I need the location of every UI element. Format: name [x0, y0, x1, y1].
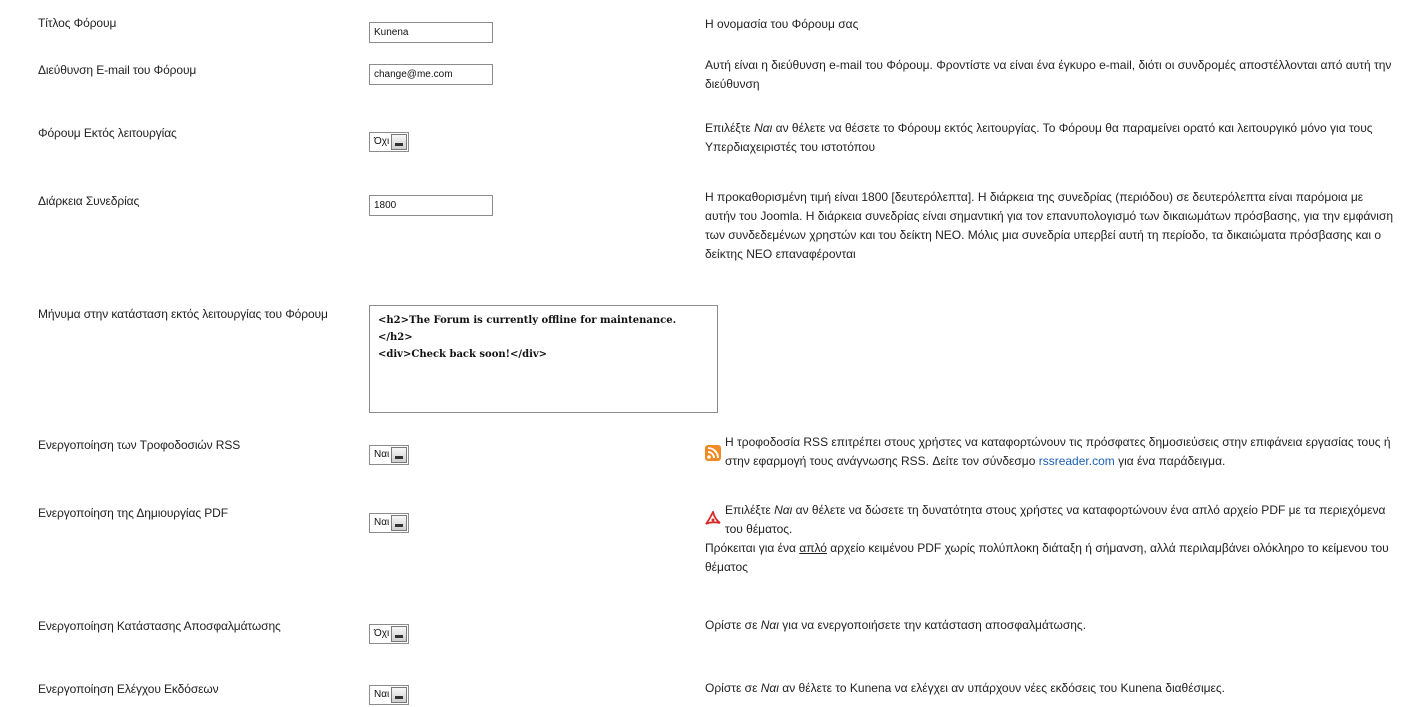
chevron-down-icon[interactable] — [391, 687, 408, 703]
debug-mode-description: Ορίστε σε Ναι για να ενεργοποιήσετε την … — [705, 616, 1395, 635]
enable-rss-select[interactable]: Ναι — [369, 445, 410, 465]
enable-pdf-desc-pre: Επιλέξτε — [725, 503, 775, 517]
enable-pdf-desc-yes: Ναι — [774, 503, 793, 517]
forum-email-description: Αυτή είναι η διεύθυνση e-mail του Φόρουμ… — [705, 58, 1392, 91]
offline-message-textarea[interactable]: <h2>The Forum is currently offline for m… — [369, 305, 718, 413]
debug-mode-desc-post: για να ενεργοποιήσετε την κατάσταση αποσ… — [778, 618, 1087, 632]
chevron-down-icon[interactable] — [391, 515, 408, 531]
enable-pdf-select-value: Ναι — [374, 517, 390, 528]
forum-offline-description: Επιλέξτε Ναι αν θέλετε να θέσετε το Φόρο… — [705, 119, 1395, 157]
offline-message-label: Μήνυμα στην κατάσταση εκτός λειτουργίας … — [38, 307, 328, 321]
session-duration-label: Διάρκεια Συνεδρίας — [38, 194, 140, 208]
session-duration-input[interactable]: 1800 — [369, 195, 493, 216]
version-check-desc-pre: Ορίστε σε — [705, 681, 761, 695]
rss-icon — [705, 445, 721, 461]
version-check-label: Ενεργοποίηση Ελέγχου Εκδόσεων — [38, 682, 219, 696]
session-duration-description: Η προκαθορισμένη τιμή είναι 1800 [δευτερ… — [705, 190, 1394, 261]
version-check-description: Ορίστε σε Ναι αν θέλετε το Kunena να ελέ… — [705, 679, 1395, 698]
enable-pdf-desc2-simple: απλό — [799, 541, 827, 555]
chevron-down-icon[interactable] — [391, 134, 408, 150]
enable-pdf-desc-post: αν θέλετε να δώσετε τη δυνατότητα στους … — [725, 503, 1386, 536]
forum-title-description: Η ονομασία του Φόρουμ σας — [705, 17, 859, 31]
enable-rss-label: Ενεργοποίηση των Τροφοδοσιών RSS — [38, 438, 241, 452]
forum-email-input[interactable]: change@me.com — [369, 64, 493, 85]
forum-offline-select-value: Όχι — [374, 136, 390, 147]
version-check-select-value: Ναι — [374, 689, 390, 700]
enable-rss-select-value: Ναι — [374, 449, 390, 460]
forum-email-label: Διεύθυνση E-mail του Φόρουμ — [38, 63, 197, 77]
enable-pdf-description: Επιλέξτε Ναι αν θέλετε να δώσετε τη δυνα… — [705, 501, 1405, 577]
rssreader-link[interactable]: rssreader.com — [1039, 454, 1115, 468]
version-check-desc-yes: Ναι — [760, 681, 779, 695]
enable-pdf-select[interactable]: Ναι — [369, 513, 410, 533]
chevron-down-icon[interactable] — [391, 447, 408, 463]
version-check-select[interactable]: Ναι — [369, 685, 410, 705]
debug-mode-desc-pre: Ορίστε σε — [705, 618, 761, 632]
enable-pdf-label: Ενεργοποίηση της Δημιουργίας PDF — [38, 506, 228, 520]
debug-mode-desc-yes: Ναι — [760, 618, 779, 632]
forum-title-input[interactable]: Kunena — [369, 22, 493, 43]
debug-mode-select-value: Όχι — [374, 628, 390, 639]
chevron-down-icon[interactable] — [391, 626, 408, 642]
version-check-desc-post: αν θέλετε το Kunena να ελέγχει αν υπάρχο… — [778, 681, 1226, 695]
forum-offline-desc-post: αν θέλετε να θέσετε το Φόρουμ εκτός λειτ… — [705, 121, 1373, 154]
pdf-icon — [705, 511, 721, 525]
enable-rss-desc-post: για ένα παράδειγμα. — [1114, 454, 1226, 468]
forum-offline-select[interactable]: Όχι — [369, 132, 410, 152]
forum-offline-label: Φόρουμ Εκτός λειτουργίας — [38, 126, 177, 140]
debug-mode-select[interactable]: Όχι — [369, 624, 410, 644]
forum-offline-desc-yes: Ναι — [754, 121, 773, 135]
enable-pdf-desc2-pre: Πρόκειται για ένα — [705, 541, 800, 555]
forum-offline-desc-pre: Επιλέξτε — [705, 121, 755, 135]
enable-rss-description: Η τροφοδοσία RSS επιτρέπει στους χρήστες… — [705, 433, 1405, 471]
debug-mode-label: Ενεργοποίηση Κατάστασης Αποσφαλμάτωσης — [38, 619, 281, 633]
forum-title-label: Τίτλος Φόρουμ — [38, 16, 117, 30]
